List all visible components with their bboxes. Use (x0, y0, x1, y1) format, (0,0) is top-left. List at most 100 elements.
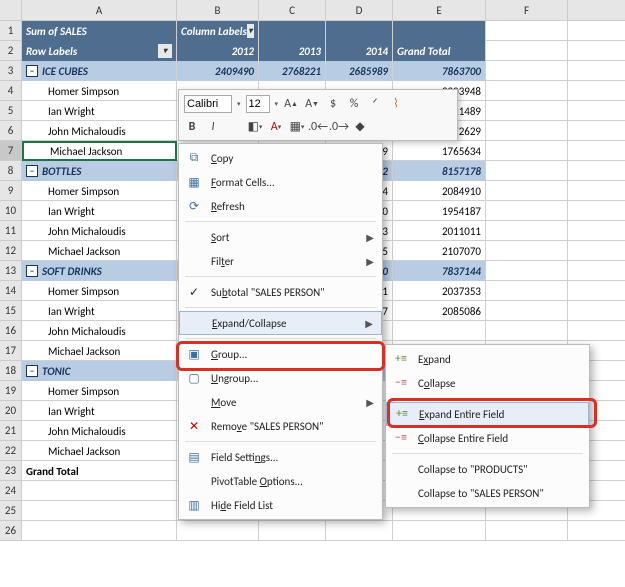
col-header-E[interactable]: E (393, 0, 486, 20)
font-name-dropdown-icon[interactable]: ▾ (237, 99, 241, 108)
row-header-22[interactable]: 22 (0, 441, 22, 461)
cell[interactable] (486, 281, 568, 301)
cell[interactable]: 7863700 (393, 61, 486, 81)
sub-expand-entire-field[interactable]: +≡Expand Entire Field (386, 402, 589, 426)
cell[interactable] (22, 521, 177, 541)
ctx-copy[interactable]: ⧉CCopyopy (179, 146, 382, 170)
person-cell[interactable]: Michael Jackson (22, 141, 177, 161)
cell[interactable] (326, 521, 393, 541)
ctx-filter[interactable]: Filter▶ (179, 249, 382, 273)
cell[interactable] (486, 141, 568, 161)
cell[interactable]: 2085086 (393, 301, 486, 321)
fill-color-icon[interactable]: ◧▾ (247, 119, 263, 135)
cell[interactable] (486, 181, 568, 201)
percent-icon[interactable]: % (346, 96, 362, 112)
cell[interactable] (22, 501, 177, 521)
cell[interactable]: 8157178 (393, 161, 486, 181)
ctx-refresh[interactable]: ⟳Refresh (179, 194, 382, 218)
sub-expand[interactable]: +≡Expand (386, 347, 589, 371)
year-2013[interactable]: 2013 (259, 41, 326, 61)
row-header-2[interactable]: 2 (0, 41, 22, 61)
ctx-expand-collapse[interactable]: Expand/Collapse▶ (179, 311, 382, 335)
format-painter-icon[interactable]: ⌇ (388, 96, 404, 112)
more-icon[interactable]: ◆ (352, 119, 368, 135)
cell[interactable]: 2107070 (393, 241, 486, 261)
increase-font-icon[interactable]: A▲ (283, 96, 299, 112)
row-header-11[interactable]: 11 (0, 221, 22, 241)
ctx-pivot-options[interactable]: PivotTable Options... (179, 469, 382, 493)
col-header-F[interactable]: F (486, 0, 568, 20)
col-header-B[interactable]: B (177, 0, 259, 20)
cell[interactable] (486, 121, 568, 141)
person-cell[interactable]: Homer Simpson (22, 381, 177, 401)
cell[interactable] (486, 101, 568, 121)
cell[interactable]: 1765634 (393, 141, 486, 161)
cell[interactable] (486, 301, 568, 321)
cell[interactable] (486, 81, 568, 101)
row-header-19[interactable]: 19 (0, 381, 22, 401)
decrease-font-icon[interactable]: A▼ (304, 96, 320, 112)
ctx-format-cells[interactable]: ▦Format Cells... (179, 170, 382, 194)
font-color-icon[interactable]: A▾ (268, 119, 284, 135)
currency-icon[interactable]: $ (325, 96, 341, 112)
row-header-6[interactable]: 6 (0, 121, 22, 141)
cell[interactable] (177, 521, 259, 541)
decrease-decimal-icon[interactable]: .0← (310, 119, 326, 135)
sub-collapse-entire-field[interactable]: −≡Collapse Entire Field (386, 426, 589, 450)
cell[interactable] (486, 21, 568, 41)
cell[interactable] (326, 21, 393, 41)
ctx-move[interactable]: Move▶ (179, 390, 382, 414)
row-header-25[interactable]: 25 (0, 501, 22, 521)
column-labels-dropdown[interactable]: Column Labels▾ (177, 21, 259, 41)
cell[interactable] (486, 321, 568, 341)
ctx-ungroup[interactable]: ▢Ungroup... (179, 366, 382, 390)
group-ice-cubes[interactable]: − ICE CUBES (22, 61, 177, 81)
person-cell[interactable]: John Michaloudis (22, 121, 177, 141)
person-cell[interactable]: Michael Jackson (22, 441, 177, 461)
group-soft-drinks[interactable]: − SOFT DRINKS (22, 261, 177, 281)
ctx-group[interactable]: ▣Group... (179, 342, 382, 366)
row-labels-dropdown[interactable]: Row Labels▾ (22, 41, 177, 61)
ctx-subtotal[interactable]: Subtotal "SALES PERSON" (179, 280, 382, 304)
font-name-input[interactable] (184, 95, 232, 113)
year-2014[interactable]: 2014 (326, 41, 393, 61)
cell[interactable]: 2685989 (326, 61, 393, 81)
cell[interactable] (393, 521, 486, 541)
borders-icon[interactable]: ▦▾ (289, 119, 305, 135)
grand-total-col[interactable]: Grand Total (393, 41, 486, 61)
row-header-24[interactable]: 24 (0, 481, 22, 501)
row-header-3[interactable]: 3 (0, 61, 22, 81)
row-header-23[interactable]: 23 (0, 461, 22, 481)
grand-total-row[interactable]: Grand Total (22, 461, 177, 481)
row-labels-dropdown-icon[interactable]: ▾ (158, 44, 172, 58)
cell[interactable] (259, 21, 326, 41)
ctx-remove[interactable]: ✕Remove "SALES PERSON" (179, 414, 382, 438)
ctx-sort[interactable]: Sort▶ (179, 225, 382, 249)
sum-of-sales-label[interactable]: Sum of SALES (22, 21, 177, 41)
row-header-15[interactable]: 15 (0, 301, 22, 321)
person-cell[interactable]: Ian Wright (22, 101, 177, 121)
row-header-20[interactable]: 20 (0, 401, 22, 421)
row-header-7[interactable]: 7 (0, 141, 22, 161)
cell[interactable]: 2084910 (393, 181, 486, 201)
person-cell[interactable]: Homer Simpson (22, 181, 177, 201)
person-cell[interactable]: Ian Wright (22, 401, 177, 421)
col-header-C[interactable]: C (259, 0, 326, 20)
person-cell[interactable]: Homer Simpson (22, 81, 177, 101)
person-cell[interactable]: John Michaloudis (22, 221, 177, 241)
cell[interactable] (486, 261, 568, 281)
cell[interactable] (486, 161, 568, 181)
cell[interactable]: 2768221 (259, 61, 326, 81)
row-header-13[interactable]: 13 (0, 261, 22, 281)
person-cell[interactable]: Homer Simpson (22, 281, 177, 301)
cell[interactable] (486, 241, 568, 261)
collapse-button[interactable]: − (26, 265, 38, 277)
cell[interactable] (486, 41, 568, 61)
person-cell[interactable]: John Michaloudis (22, 321, 177, 341)
row-header-9[interactable]: 9 (0, 181, 22, 201)
cell[interactable] (486, 61, 568, 81)
comma-icon[interactable]: ᐟ (367, 96, 383, 112)
increase-decimal-icon[interactable]: .0→ (331, 119, 347, 135)
cell[interactable] (486, 521, 568, 541)
cell[interactable] (393, 321, 486, 341)
